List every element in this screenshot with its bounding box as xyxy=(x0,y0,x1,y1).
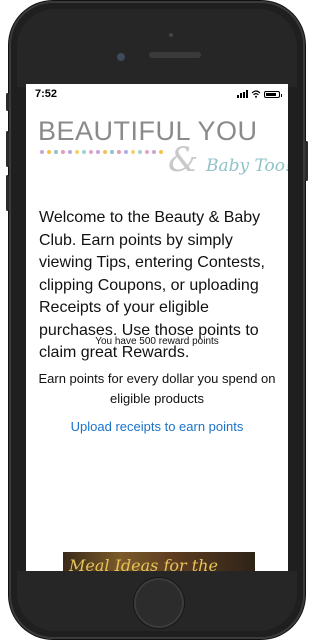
logo-ampersand: & xyxy=(168,140,199,180)
status-icons xyxy=(237,90,282,98)
power-button xyxy=(305,141,308,181)
battery-icon xyxy=(264,90,282,98)
logo-dot xyxy=(124,150,128,154)
volume-down-button xyxy=(6,175,9,211)
front-camera-icon xyxy=(117,53,125,61)
logo-title: BEAUTIFUL YOU xyxy=(38,116,258,146)
logo-dot xyxy=(152,150,156,154)
logo-dot xyxy=(131,150,135,154)
top-bezel xyxy=(17,9,297,87)
logo-dot xyxy=(138,150,142,154)
logo-dot xyxy=(68,150,72,154)
signal-icon xyxy=(237,90,248,98)
promo-banner[interactable]: Meal Ideas for the xyxy=(63,552,255,571)
logo-dot xyxy=(96,150,100,154)
logo-dot xyxy=(159,150,163,154)
volume-up-button xyxy=(6,131,9,167)
proximity-sensor xyxy=(169,33,173,37)
mute-switch xyxy=(6,93,9,111)
logo-dot xyxy=(89,150,93,154)
earpiece-speaker xyxy=(149,52,201,58)
phone-frame: 7:52 BEAUTIFUL YOU & Baby Too!™ xyxy=(6,1,308,639)
logo-dot xyxy=(145,150,149,154)
logo-dot xyxy=(117,150,121,154)
earn-points-text: Earn points for every dollar you spend o… xyxy=(38,371,276,406)
logo-dot xyxy=(82,150,86,154)
home-button[interactable] xyxy=(134,578,184,628)
upload-receipts-link[interactable]: Upload receipts to earn points xyxy=(26,419,288,434)
promo-banner-text: Meal Ideas for the xyxy=(69,556,218,571)
status-time: 7:52 xyxy=(35,88,58,100)
reward-points-text: You have 500 reward points xyxy=(95,336,219,347)
logo-dot xyxy=(40,150,44,154)
logo-dot xyxy=(110,150,114,154)
logo-dot xyxy=(54,150,58,154)
logo-dot xyxy=(103,150,107,154)
app-screen: 7:52 BEAUTIFUL YOU & Baby Too!™ xyxy=(26,84,288,571)
brand-logo: BEAUTIFUL YOU & Baby Too!™ xyxy=(38,116,288,180)
status-bar: 7:52 xyxy=(26,84,288,106)
wifi-icon xyxy=(251,90,261,98)
logo-subtitle: Baby Too!™ xyxy=(206,156,288,176)
logo-dots xyxy=(40,150,163,154)
logo-dot xyxy=(75,150,79,154)
logo-dot xyxy=(47,150,51,154)
logo-dot xyxy=(61,150,65,154)
